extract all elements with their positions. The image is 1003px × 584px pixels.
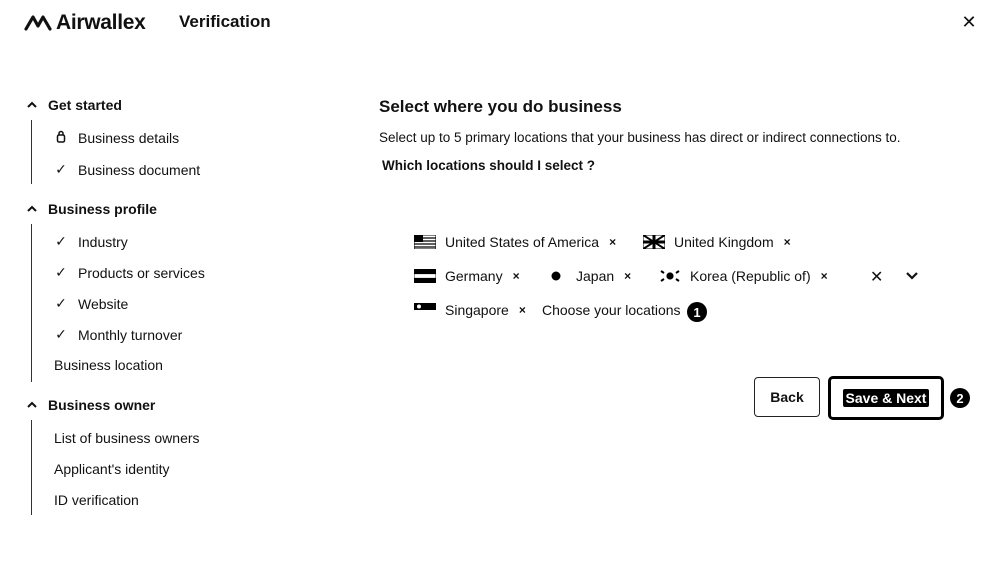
sidebar-item-label: Industry <box>78 233 128 250</box>
back-button-label: Back <box>770 389 804 405</box>
chevron-up-icon <box>27 101 37 108</box>
check-icon: ✓ <box>55 295 67 311</box>
sidebar-item-monthly-turnover[interactable]: ✓ Monthly turnover <box>54 326 182 343</box>
section-title: Get started <box>48 97 122 113</box>
section-divider <box>31 420 32 515</box>
chevron-up-icon <box>27 205 37 212</box>
location-label: Germany <box>445 268 503 284</box>
section-title: Business owner <box>48 397 156 413</box>
sidebar-item-business-details[interactable]: Business details <box>54 130 179 146</box>
close-button[interactable]: ✕ <box>958 11 980 33</box>
korea-flag-icon <box>659 269 681 283</box>
sidebar-item-label: Applicant's identity <box>54 461 170 477</box>
sidebar-item-label: ID verification <box>54 492 139 508</box>
brand-logo: Airwallex <box>24 11 146 35</box>
location-tag-japan: Japan × <box>545 268 631 284</box>
location-tag-uk: United Kingdom × <box>642 234 791 250</box>
check-icon: ✓ <box>55 161 67 177</box>
sidebar-item-industry[interactable]: ✓ Industry <box>54 233 128 250</box>
location-tag-singapore: Singapore × <box>414 302 526 318</box>
singapore-flag-icon <box>414 303 436 317</box>
location-label: Japan <box>576 268 615 284</box>
germany-flag-icon <box>413 269 437 283</box>
sidebar-item-applicant-identity[interactable]: Applicant's identity <box>54 461 170 477</box>
section-divider <box>31 120 32 184</box>
sidebar-item-label: Website <box>78 295 129 312</box>
remove-tag-button[interactable]: × <box>821 269 828 283</box>
check-icon: ✓ <box>55 326 67 342</box>
help-link[interactable]: Which locations should I select ? <box>382 158 595 173</box>
sidebar-item-label: Monthly turnover <box>78 326 183 343</box>
check-icon: ✓ <box>55 233 67 249</box>
sidebar-item-label: Business details <box>78 130 180 146</box>
annotation-badge-2: 2 <box>950 388 970 408</box>
location-label: Singapore <box>445 302 509 318</box>
section-heading: Select where you do business <box>379 97 622 116</box>
sidebar-item-label: Business document <box>78 161 201 178</box>
sidebar-item-id-verification[interactable]: ID verification <box>54 492 139 508</box>
location-search-input[interactable]: Choose your locations <box>542 302 681 318</box>
remove-tag-button[interactable]: × <box>609 235 616 249</box>
section-business-profile[interactable]: Business profile <box>26 201 157 217</box>
clear-all-button[interactable]: ✕ <box>870 267 883 287</box>
sidebar-item-label: List of business owners <box>54 430 200 446</box>
sidebar-item-business-location[interactable]: Business location <box>54 357 163 373</box>
remove-tag-button[interactable]: × <box>784 235 791 249</box>
sidebar-item-products[interactable]: ✓ Products or services <box>54 264 205 281</box>
remove-tag-button[interactable]: × <box>513 269 520 283</box>
page-title: Verification <box>179 12 271 31</box>
section-business-owner[interactable]: Business owner <box>26 397 155 413</box>
remove-tag-button[interactable]: × <box>624 269 631 283</box>
chevron-up-icon <box>27 401 37 408</box>
brand-name: Airwallex <box>56 11 146 34</box>
us-flag-icon <box>413 234 437 250</box>
location-label: United Kingdom <box>674 234 774 250</box>
chevron-down-icon <box>906 272 918 280</box>
location-tag-us: United States of America × <box>413 234 616 250</box>
sidebar-item-label: Products or services <box>78 264 205 281</box>
sidebar-item-website[interactable]: ✓ Website <box>54 295 128 312</box>
save-next-label: Save & Next <box>842 389 930 407</box>
japan-flag-icon <box>545 269 567 283</box>
sidebar-item-business-owners[interactable]: List of business owners <box>54 430 200 446</box>
check-icon: ✓ <box>55 264 67 280</box>
close-icon: ✕ <box>961 12 977 32</box>
uk-flag-icon <box>642 234 666 250</box>
sidebar-item-label: Business location <box>54 357 163 373</box>
location-label: Korea (Republic of) <box>690 268 811 284</box>
lock-icon <box>54 130 68 146</box>
section-divider <box>31 224 32 382</box>
section-description: Select up to 5 primary locations that yo… <box>379 130 901 145</box>
save-next-button[interactable]: Save & Next <box>828 376 944 420</box>
back-button[interactable]: Back <box>754 377 820 417</box>
annotation-badge-1: 1 <box>687 302 707 322</box>
location-label: United States of America <box>445 234 600 250</box>
dropdown-toggle[interactable] <box>905 268 919 287</box>
location-tag-germany: Germany × <box>413 268 520 284</box>
airwallex-logo-icon <box>24 15 52 31</box>
sidebar-item-business-document[interactable]: ✓ Business document <box>54 161 200 178</box>
section-title: Business profile <box>48 201 157 217</box>
location-tag-korea: Korea (Republic of) × <box>659 268 828 284</box>
remove-tag-button[interactable]: × <box>519 303 526 317</box>
section-get-started[interactable]: Get started <box>26 97 122 113</box>
